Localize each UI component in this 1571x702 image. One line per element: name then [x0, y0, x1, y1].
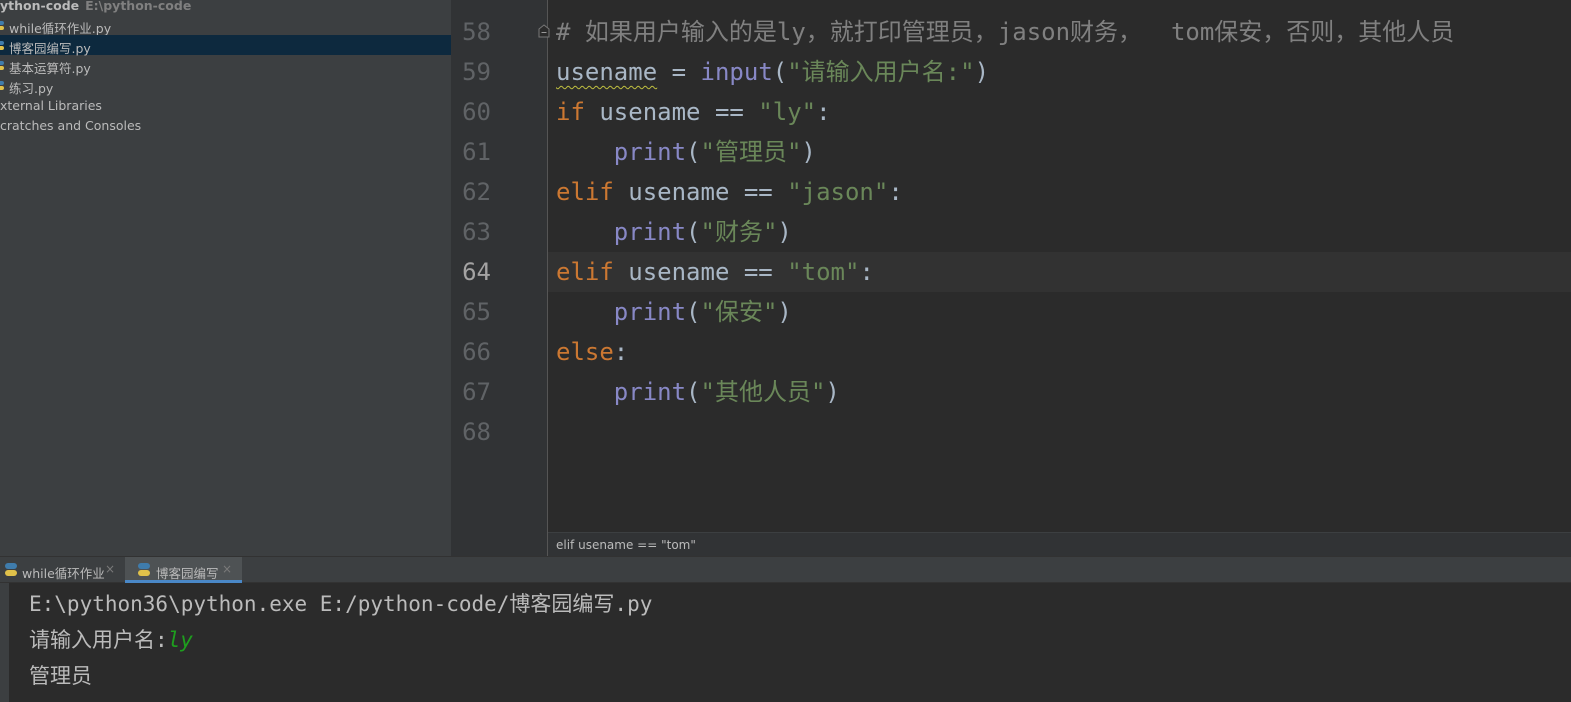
code-string: "请输入用户名:": [787, 58, 975, 86]
code-line-67[interactable]: print("其他人员"): [556, 372, 840, 412]
line-number: 63: [462, 218, 491, 246]
code-variable: usename: [556, 58, 658, 86]
console-prompt-line: 请输入用户名:ly: [29, 624, 193, 654]
line-number: 58: [462, 18, 491, 46]
code-expression: usename ==: [584, 98, 759, 126]
code-colon: :: [816, 98, 831, 126]
code-colon: :: [613, 338, 629, 366]
console-toolbar: [0, 583, 9, 702]
line-number: 60: [462, 98, 491, 126]
line-number: 67: [462, 378, 491, 406]
code-paren: ): [777, 298, 792, 326]
external-libraries-item[interactable]: xternal Libraries: [0, 95, 451, 115]
line-number: 59: [462, 58, 491, 86]
code-paren: (: [686, 298, 701, 326]
breadcrumb-text: elif usename == "tom": [556, 538, 696, 552]
code-expression: usename ==: [613, 178, 788, 206]
line-number: 68: [462, 418, 491, 446]
code-colon: :: [859, 258, 874, 286]
code-line-64[interactable]: elif usename == "tom":: [556, 252, 874, 292]
run-tab-while[interactable]: while循环作业 ×: [0, 557, 124, 583]
file-item-bokeyuan[interactable]: 博客园编写.py: [0, 35, 451, 56]
fold-marker-icon[interactable]: [538, 24, 550, 38]
code-line-61[interactable]: print("管理员"): [556, 132, 816, 172]
project-root-name: ython-code: [0, 0, 80, 13]
code-string: "管理员": [700, 138, 802, 166]
console-output-line: 管理员: [29, 664, 92, 688]
run-tab-label: while循环作业: [22, 566, 105, 581]
code-paren: (: [686, 138, 701, 166]
code-paren: ): [974, 58, 990, 86]
code-editor[interactable]: 58 59 60 61 62 63 64 65 66 67 68 # 如果用户输…: [451, 0, 1571, 556]
code-builtin: print: [613, 298, 687, 326]
python-file-icon: [0, 41, 4, 50]
code-paren: ): [801, 138, 816, 166]
code-paren: ): [777, 218, 792, 246]
line-number: 62: [462, 178, 491, 206]
project-root-path: E:\python-code: [85, 0, 192, 13]
code-expression: usename ==: [613, 258, 788, 286]
code-keyword: elif: [556, 178, 614, 206]
python-icon: [138, 563, 150, 576]
code-keyword: elif: [556, 258, 614, 286]
code-paren: (: [772, 58, 788, 86]
project-panel: ython-code E:\python-code while循环作业.py 博客…: [0, 0, 451, 556]
code-line-65[interactable]: print("保安"): [556, 292, 792, 332]
code-keyword: else: [556, 338, 614, 366]
python-file-icon: [0, 21, 4, 30]
file-item-operators[interactable]: 基本运算符.py: [0, 55, 451, 76]
code-string: "保安": [700, 298, 778, 326]
code-line-62[interactable]: elif usename == "jason":: [556, 172, 903, 212]
code-line-60[interactable]: if usename == "ly":: [556, 92, 831, 132]
code-string: "tom": [787, 258, 860, 286]
close-icon[interactable]: ×: [222, 562, 232, 576]
code-line-59[interactable]: usename = input("请输入用户名:"): [556, 52, 989, 92]
line-number-current: 64: [462, 258, 491, 286]
file-item-practice[interactable]: 练习.py: [0, 75, 451, 96]
code-builtin: print: [613, 138, 687, 166]
code-builtin: input: [700, 58, 773, 86]
close-icon[interactable]: ×: [105, 562, 115, 576]
code-operator: =: [657, 58, 701, 86]
scratches-label: cratches and Consoles: [0, 118, 142, 133]
code-string: "ly": [758, 98, 817, 126]
run-tab-bar: while循环作业 × 博客园编写 ×: [0, 556, 1571, 583]
scratches-item[interactable]: cratches and Consoles: [0, 115, 451, 135]
code-keyword: if: [556, 98, 585, 126]
code-colon: :: [888, 178, 903, 206]
code-line-58[interactable]: # 如果用户输入的是ly，就打印管理员，jason财务， tom保安，否则，其他…: [556, 12, 1454, 52]
run-console[interactable]: E:\python36\python.exe E:/python-code/博客…: [0, 583, 1571, 702]
code-paren: ): [825, 378, 840, 406]
file-item-while[interactable]: while循环作业.py: [0, 15, 451, 36]
python-file-icon: [0, 61, 4, 70]
code-paren: (: [686, 378, 701, 406]
run-tab-bokeyuan[interactable]: 博客园编写 ×: [125, 557, 242, 583]
code-paren: (: [686, 218, 701, 246]
code-builtin: print: [613, 218, 687, 246]
console-prompt: 请输入用户名:: [29, 628, 168, 652]
line-number: 65: [462, 298, 491, 326]
code-line-63[interactable]: print("财务"): [556, 212, 792, 252]
python-icon: [5, 563, 17, 576]
code-string: "jason": [787, 178, 889, 206]
console-user-input: ly: [167, 628, 193, 652]
console-command-line: E:\python36\python.exe E:/python-code/博客…: [29, 592, 653, 616]
code-comment: # 如果用户输入的是ly，就打印管理员，jason财务， tom保安，否则，其他…: [556, 18, 1455, 46]
line-number: 66: [462, 338, 491, 366]
python-file-icon: [0, 81, 4, 90]
code-line-66[interactable]: else:: [556, 332, 628, 372]
project-root-item[interactable]: ython-code E:\python-code: [0, 0, 451, 15]
breadcrumb[interactable]: elif usename == "tom": [548, 532, 1571, 556]
code-builtin: print: [613, 378, 687, 406]
code-string: "其他人员": [700, 378, 826, 406]
external-libraries-label: xternal Libraries: [0, 98, 102, 113]
line-number: 61: [462, 138, 491, 166]
run-tab-label: 博客园编写: [156, 566, 219, 581]
code-string: "财务": [700, 218, 778, 246]
